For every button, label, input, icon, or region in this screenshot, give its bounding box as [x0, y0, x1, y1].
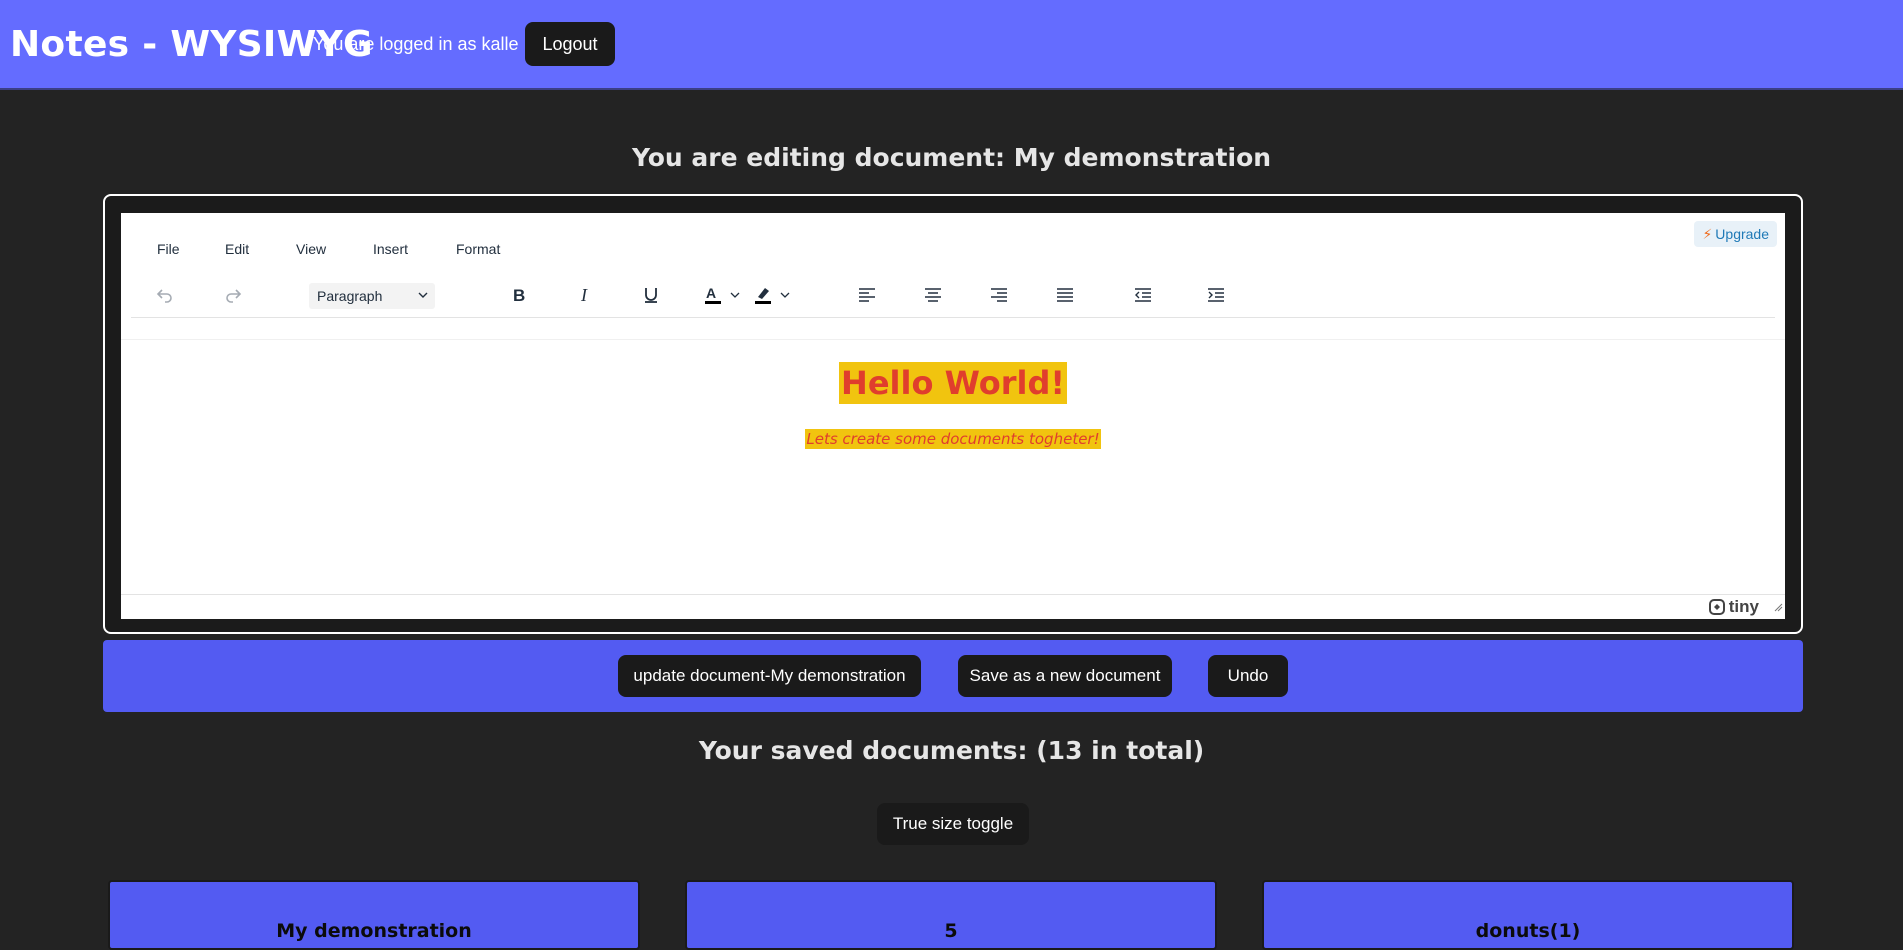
menu-view[interactable]: View [296, 241, 326, 257]
document-card[interactable]: My demonstration [108, 880, 640, 950]
align-center-icon[interactable] [921, 283, 945, 307]
rich-text-editor: File Edit View Insert Format ⚡ Upgrade Pa… [121, 213, 1785, 619]
text-color-icon[interactable]: A [703, 283, 747, 307]
document-heading: Hello World! [121, 362, 1785, 404]
block-format-value: Paragraph [317, 288, 383, 304]
document-paragraph-text: Lets create some documents togheter! [805, 429, 1101, 449]
justify-icon[interactable] [1053, 283, 1077, 307]
true-size-toggle-button[interactable]: True size toggle [877, 803, 1029, 845]
upgrade-button[interactable]: ⚡ Upgrade [1694, 221, 1777, 247]
align-right-icon[interactable] [987, 283, 1011, 307]
chevron-down-icon [417, 283, 429, 309]
save-new-document-button[interactable]: Save as a new document [958, 655, 1172, 697]
bold-icon[interactable]: B [507, 283, 531, 307]
menu-edit[interactable]: Edit [225, 241, 249, 257]
update-document-button[interactable]: update document-My demonstration [618, 655, 921, 697]
indent-icon[interactable] [1204, 283, 1228, 307]
menu-format[interactable]: Format [456, 241, 500, 257]
block-format-select[interactable]: Paragraph [309, 283, 435, 309]
logged-in-status: You are logged in as kalle [313, 34, 519, 54]
undo-icon[interactable] [153, 283, 177, 307]
editing-heading: You are editing document: My demonstrati… [631, 143, 1272, 172]
svg-text:A: A [706, 285, 716, 301]
document-heading-text: Hello World! [839, 362, 1067, 404]
document-card[interactable]: donuts(1) [1262, 880, 1794, 950]
tiny-brand-icon [1708, 599, 1725, 615]
document-card[interactable]: 5 [685, 880, 1217, 950]
tiny-logo[interactable]: tiny [1708, 597, 1759, 617]
resize-handle-icon[interactable] [1773, 599, 1783, 617]
outdent-icon[interactable] [1131, 283, 1155, 307]
editor-content-area[interactable]: Hello World! Lets create some documents … [121, 339, 1785, 590]
redo-icon[interactable] [221, 283, 245, 307]
underline-icon[interactable] [639, 283, 663, 307]
saved-documents-heading: Your saved documents: (13 in total) [698, 736, 1205, 765]
tiny-brand-label: tiny [1728, 597, 1759, 616]
editor-statusbar: tiny [121, 594, 1785, 619]
italic-icon[interactable]: I [573, 283, 597, 307]
editor-toolbar: Paragraph B I A [131, 273, 1775, 318]
lightning-icon: ⚡ [1702, 226, 1713, 242]
menu-file[interactable]: File [157, 241, 180, 257]
svg-text:B: B [513, 286, 525, 305]
editor-frame: File Edit View Insert Format ⚡ Upgrade Pa… [103, 194, 1803, 634]
top-header: Notes - WYSIWYG You are logged in as kal… [0, 0, 1903, 88]
highlight-color-icon[interactable] [753, 283, 797, 307]
document-paragraph: Lets create some documents togheter! [121, 429, 1785, 449]
upgrade-label: Upgrade [1715, 226, 1769, 242]
undo-button[interactable]: Undo [1208, 655, 1288, 697]
document-action-bar: update document-My demonstration Save as… [103, 640, 1803, 712]
menu-insert[interactable]: Insert [373, 241, 408, 257]
logout-button[interactable]: Logout [525, 22, 615, 66]
align-left-icon[interactable] [855, 283, 879, 307]
editor-menubar: File Edit View Insert Format ⚡ Upgrade [121, 213, 1785, 273]
svg-text:I: I [580, 285, 588, 305]
